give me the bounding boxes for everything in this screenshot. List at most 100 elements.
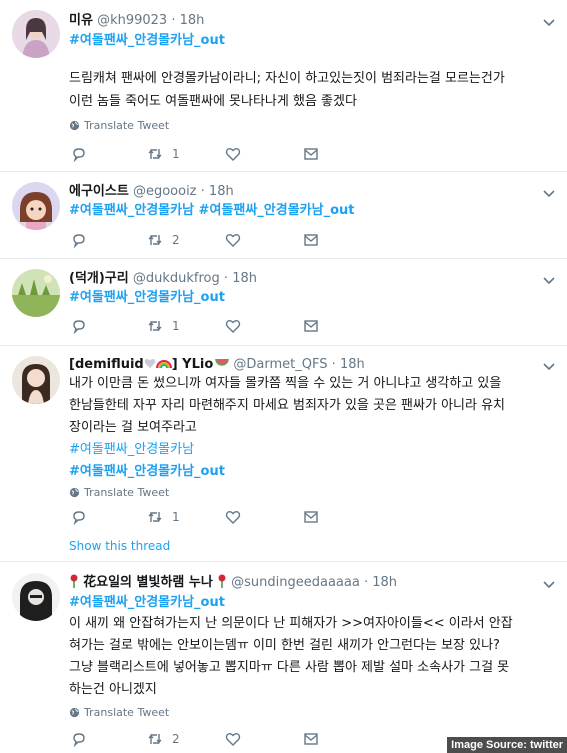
message-button[interactable]	[303, 731, 319, 747]
translate-label: Translate Tweet	[84, 486, 170, 499]
author-name[interactable]: 에구이스트	[69, 184, 129, 199]
reply-button[interactable]	[71, 232, 87, 248]
watermelon-emoji-icon	[215, 358, 230, 366]
retweet-button[interactable]: 1	[147, 509, 180, 525]
reply-icon	[73, 320, 85, 334]
reply-button[interactable]	[71, 318, 87, 334]
tweet-text-line: 내가 이만큼 돈 썼으니까 여자들 몰카쯤 찍을 수 있는 거 아니냐고 생각하…	[69, 376, 502, 391]
like-button[interactable]	[225, 232, 241, 248]
retweet-count: 1	[172, 147, 180, 161]
author-handle[interactable]: @sundingeedaaaaa	[231, 575, 360, 590]
tweet-header: 에구이스트 @egoooiz · 18h	[69, 183, 537, 201]
timestamp[interactable]: 18h	[340, 357, 365, 372]
retweet-icon	[148, 149, 162, 159]
reply-icon	[73, 511, 85, 525]
show-thread-link[interactable]: Show this thread	[69, 539, 170, 553]
avatar[interactable]	[12, 356, 60, 404]
reply-button[interactable]	[71, 146, 87, 162]
timestamp[interactable]: 18h	[209, 184, 234, 199]
timestamp[interactable]: 18h	[180, 13, 205, 28]
retweet-count: 2	[172, 732, 180, 746]
message-button[interactable]	[303, 509, 319, 525]
author-handle[interactable]: @Darmet_QFS	[233, 357, 327, 372]
hashtag-link[interactable]: #여돌팬싸_안경몰카남_out	[69, 595, 225, 610]
reply-button[interactable]	[71, 731, 87, 747]
retweet-icon	[148, 235, 162, 245]
tweet-text-line: 이런 놈들 죽어도 여돌팬싸에 못나타나게 했음 좋겠다	[69, 94, 357, 109]
tweet-4: [demifluid] YLio @Darmet_QFS · 18h 내가 이만…	[0, 346, 567, 562]
retweet-button[interactable]: 1	[147, 318, 180, 334]
avatar[interactable]	[12, 573, 60, 621]
rose-emoji-icon	[70, 574, 78, 588]
chevron-down-icon[interactable]	[543, 16, 555, 28]
timestamp[interactable]: 18h	[372, 575, 397, 590]
hashtag-link[interactable]: #여돌팬싸_안경몰카남_out	[69, 464, 225, 479]
like-button[interactable]	[225, 146, 241, 162]
retweet-icon	[148, 321, 162, 331]
retweet-button[interactable]: 2	[147, 232, 180, 248]
like-button[interactable]	[225, 731, 241, 747]
author-name[interactable]: 花요일의 별빛하램 누나	[83, 575, 213, 590]
reply-button[interactable]	[71, 509, 87, 525]
message-button[interactable]	[303, 146, 319, 162]
globe-icon	[69, 707, 80, 718]
retweet-count: 1	[172, 319, 180, 333]
tweet-2: 에구이스트 @egoooiz · 18h #여돌팬싸_안경몰카남 #여돌팬싸_안…	[0, 172, 567, 259]
heart-icon	[225, 234, 241, 247]
avatar[interactable]	[12, 182, 60, 230]
message-button[interactable]	[303, 318, 319, 334]
hashtag-link[interactable]: #여돌팬싸_안경몰카남_out	[69, 33, 225, 48]
globe-icon	[69, 120, 80, 131]
avatar[interactable]	[12, 10, 60, 58]
chevron-down-icon[interactable]	[543, 274, 555, 286]
envelope-icon	[304, 234, 318, 246]
tweet-header: (덕개)구리 @dukdukfrog · 18h	[69, 270, 537, 288]
tweet-text-line: 이 새끼 왜 안잡혀가는지 난 의문이다 난 피해자가 >>여자아이들<< 이라…	[69, 616, 513, 631]
heart-emoji-icon	[144, 358, 155, 368]
chevron-down-icon[interactable]	[543, 187, 555, 199]
like-button[interactable]	[225, 509, 241, 525]
author-name-suffix[interactable]: ] YLio	[172, 357, 214, 372]
separator-dot: ·	[200, 184, 205, 199]
author-name[interactable]: 미유	[69, 13, 93, 28]
tweet-text-line: 한남들한테 자꾸 자리 마련해주지 마세요 범죄자가 있을 곳은 팬싸가 아니라…	[69, 398, 506, 413]
tweet-actions: 2	[71, 232, 331, 250]
envelope-icon	[304, 320, 318, 332]
author-name[interactable]: (덕개)구리	[69, 271, 129, 286]
translate-tweet-link[interactable]: Translate Tweet	[69, 486, 169, 499]
hashtag-link[interactable]: #여돌팬싸_안경몰카남 #여돌팬싸_안경몰카남_out	[69, 203, 355, 218]
retweet-button[interactable]: 1	[147, 146, 180, 162]
author-handle[interactable]: @dukdukfrog	[133, 271, 220, 286]
heart-icon	[225, 511, 241, 524]
reply-icon	[73, 234, 85, 248]
translate-tweet-link[interactable]: Translate Tweet	[69, 706, 169, 719]
tweet-actions: 2	[71, 731, 331, 749]
hashtag-link[interactable]: #여돌팬싸_안경몰카남_out	[69, 290, 225, 305]
timestamp[interactable]: 18h	[232, 271, 257, 286]
translate-tweet-link[interactable]: Translate Tweet	[69, 119, 169, 132]
tweet-actions: 1	[71, 146, 331, 164]
retweet-button[interactable]: 2	[147, 731, 180, 747]
tweet-actions: 1	[71, 509, 331, 527]
like-button[interactable]	[225, 318, 241, 334]
rainbow-emoji-icon	[155, 360, 172, 369]
retweet-icon	[148, 734, 162, 744]
chevron-down-icon[interactable]	[543, 360, 555, 372]
hashtag-link[interactable]: #여돌팬싸_안경몰카남	[69, 442, 194, 457]
message-button[interactable]	[303, 232, 319, 248]
chevron-down-icon[interactable]	[543, 578, 555, 590]
retweet-count: 1	[172, 510, 180, 524]
author-name[interactable]: [demifluid	[69, 357, 144, 372]
heart-icon	[225, 148, 241, 161]
tweet-3: (덕개)구리 @dukdukfrog · 18h #여돌팬싸_안경몰카남_out…	[0, 259, 567, 346]
tweet-text-line: 그냥 블랙리스트에 넣어놓고 뽑지마ㅠ 다른 사람 뽑아 제발 설마 소속사가 …	[69, 660, 510, 675]
separator-dot: ·	[171, 13, 176, 28]
image-source-credit: Image Source: twitter	[447, 737, 567, 753]
author-handle[interactable]: @kh99023	[97, 13, 167, 28]
tweet-5: 花요일의 별빛하램 누나 @sundingeedaaaaa · 18h #여돌팬…	[0, 562, 567, 753]
heart-icon	[225, 320, 241, 333]
tweet-text-line: 혀가는 걸로 밖에는 안보이는뎀ㅠ 이미 한번 걸린 새끼가 안그런다는 보장 …	[69, 638, 500, 653]
author-handle[interactable]: @egoooiz	[133, 184, 197, 199]
tweet-header: [demifluid] YLio @Darmet_QFS · 18h	[69, 356, 537, 374]
avatar[interactable]	[12, 269, 60, 317]
